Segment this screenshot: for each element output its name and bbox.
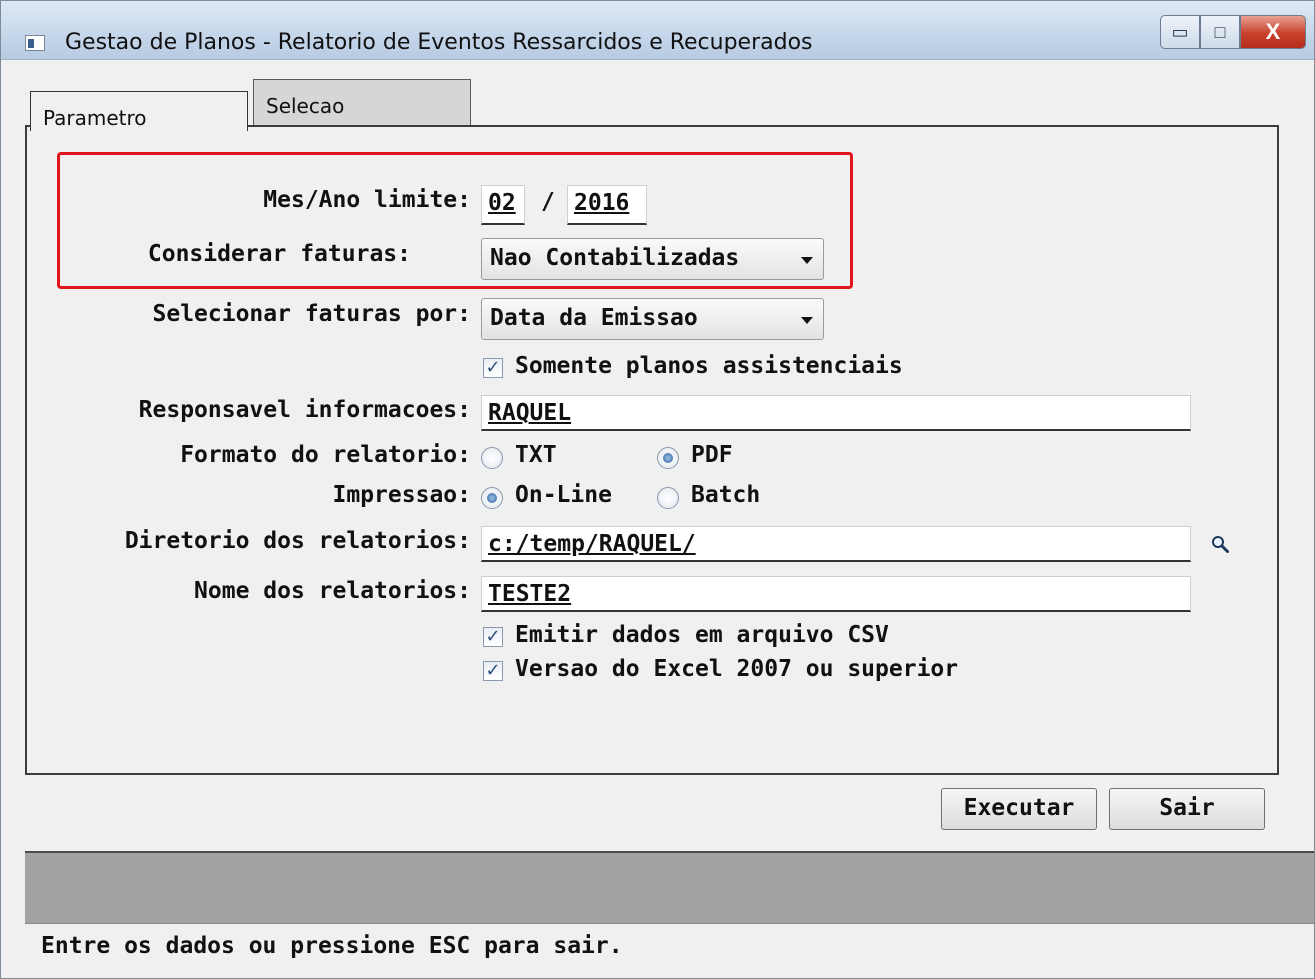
maximize-button[interactable]: □ (1200, 15, 1240, 49)
nome-input[interactable]: TESTE2 (481, 576, 1191, 612)
impressao-batch-label: Batch (691, 482, 761, 508)
window-title: Gestao de Planos - Relatorio de Eventos … (65, 30, 813, 55)
close-button[interactable]: X (1240, 15, 1306, 49)
close-icon: X (1265, 19, 1281, 44)
formato-pdf-label: PDF (691, 442, 733, 468)
impressao-online-radio[interactable] (481, 487, 503, 509)
excel-checkbox[interactable]: ✓ (483, 661, 503, 681)
window-controls: ▭ □ X (1160, 15, 1306, 51)
formato-txt-label: TXT (515, 442, 557, 468)
sair-button[interactable]: Sair (1109, 788, 1265, 830)
somente-planos-label: Somente planos assistenciais (515, 353, 903, 379)
diretorio-value: c:/temp/RAQUEL/ (488, 531, 696, 557)
minimize-icon: ▭ (1171, 21, 1189, 42)
considerar-select[interactable]: Nao Contabilizadas (481, 238, 824, 280)
impressao-batch-radio[interactable] (657, 487, 679, 509)
search-icon[interactable] (1211, 535, 1229, 553)
main-window: Gestao de Planos - Relatorio de Eventos … (0, 0, 1315, 979)
status-text: Entre os dados ou pressione ESC para sai… (41, 933, 623, 959)
ano-field[interactable]: 2016 (567, 185, 647, 225)
mes-ano-label: Mes/Ano limite: (263, 187, 471, 213)
considerar-label: Considerar faturas: (147, 241, 411, 267)
app-icon (25, 35, 45, 51)
selecionar-select[interactable]: Data da Emissao (481, 298, 824, 340)
status-bar: Entre os dados ou pressione ESC para sai… (25, 923, 1314, 974)
tab-selecao[interactable]: Selecao (253, 79, 471, 125)
csv-checkbox[interactable]: ✓ (483, 627, 503, 647)
responsavel-input[interactable]: RAQUEL (481, 395, 1191, 431)
diretorio-input[interactable]: c:/temp/RAQUEL/ (481, 526, 1191, 562)
formato-txt-radio[interactable] (481, 447, 503, 469)
responsavel-label: Responsavel informacoes: (138, 397, 471, 423)
csv-label: Emitir dados em arquivo CSV (515, 622, 889, 648)
somente-planos-checkbox[interactable]: ✓ (483, 358, 503, 378)
ano-value: 2016 (574, 190, 630, 216)
mes-ano-separator: / (541, 189, 555, 215)
message-area (25, 851, 1314, 925)
tab-parametro[interactable]: Parametro (30, 91, 248, 131)
selecionar-label: Selecionar faturas por: (152, 301, 472, 327)
excel-label: Versao do Excel 2007 ou superior (515, 656, 959, 682)
chevron-down-icon (801, 317, 813, 324)
mes-value: 02 (488, 190, 516, 216)
formato-pdf-radio[interactable] (657, 447, 679, 469)
formato-label: Formato do relatorio: (180, 442, 471, 468)
considerar-value: Nao Contabilizadas (490, 245, 740, 271)
mes-field[interactable]: 02 (481, 185, 525, 225)
nome-value: TESTE2 (488, 581, 572, 607)
maximize-icon: □ (1214, 21, 1226, 42)
impressao-label: Impressao: (332, 482, 471, 508)
minimize-button[interactable]: ▭ (1160, 15, 1200, 49)
responsavel-value: RAQUEL (488, 400, 572, 426)
nome-label: Nome dos relatorios: (194, 578, 471, 604)
diretorio-label: Diretorio dos relatorios: (124, 528, 471, 554)
chevron-down-icon (801, 257, 813, 264)
impressao-online-label: On-Line (515, 482, 612, 508)
title-bar[interactable]: Gestao de Planos - Relatorio de Eventos … (1, 1, 1314, 60)
selecionar-value: Data da Emissao (490, 305, 698, 331)
executar-button[interactable]: Executar (941, 788, 1097, 830)
